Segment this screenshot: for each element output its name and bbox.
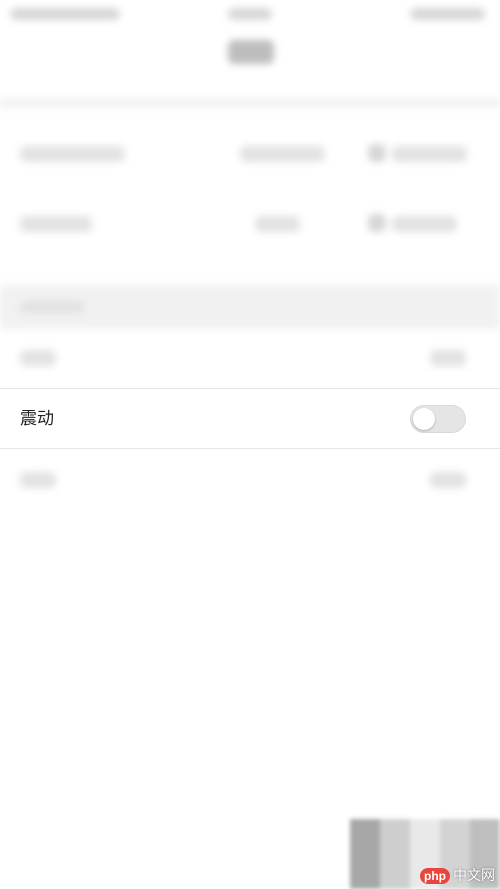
blurred-value [430, 350, 466, 366]
status-carrier-placeholder [10, 8, 120, 20]
blurred-setting-row [0, 190, 500, 260]
blurred-setting-row [0, 452, 500, 510]
blurred-label [20, 472, 56, 488]
status-time-placeholder [228, 8, 272, 20]
section-header-placeholder [20, 301, 85, 313]
blurred-icon [368, 214, 386, 232]
blurred-value [430, 472, 466, 488]
blurred-value [240, 146, 325, 162]
blurred-icon [368, 144, 386, 162]
watermark-logo: php 中文网 [420, 866, 495, 886]
blurred-action [392, 146, 467, 162]
toggle-knob [413, 408, 435, 430]
blurred-label [20, 216, 92, 232]
blurred-label [20, 350, 56, 366]
nav-title-placeholder [228, 40, 274, 64]
section-header [0, 285, 500, 329]
vibrate-toggle[interactable] [410, 405, 466, 433]
blurred-label [20, 146, 125, 162]
blurred-setting-row [0, 120, 500, 190]
status-battery-placeholder [410, 8, 485, 20]
vibrate-label: 震动 [20, 409, 54, 429]
settings-screen: 震动 php 中文网 [0, 0, 500, 889]
watermark-text: 中文网 [453, 868, 495, 884]
blurred-setting-row [0, 330, 500, 388]
vibrate-setting-row: 震动 [0, 388, 500, 449]
blurred-value [255, 216, 300, 232]
navigation-bar [0, 30, 500, 90]
blurred-action [392, 216, 457, 232]
watermark-badge: php [420, 868, 450, 884]
status-bar [0, 0, 500, 30]
section-divider [0, 98, 500, 108]
